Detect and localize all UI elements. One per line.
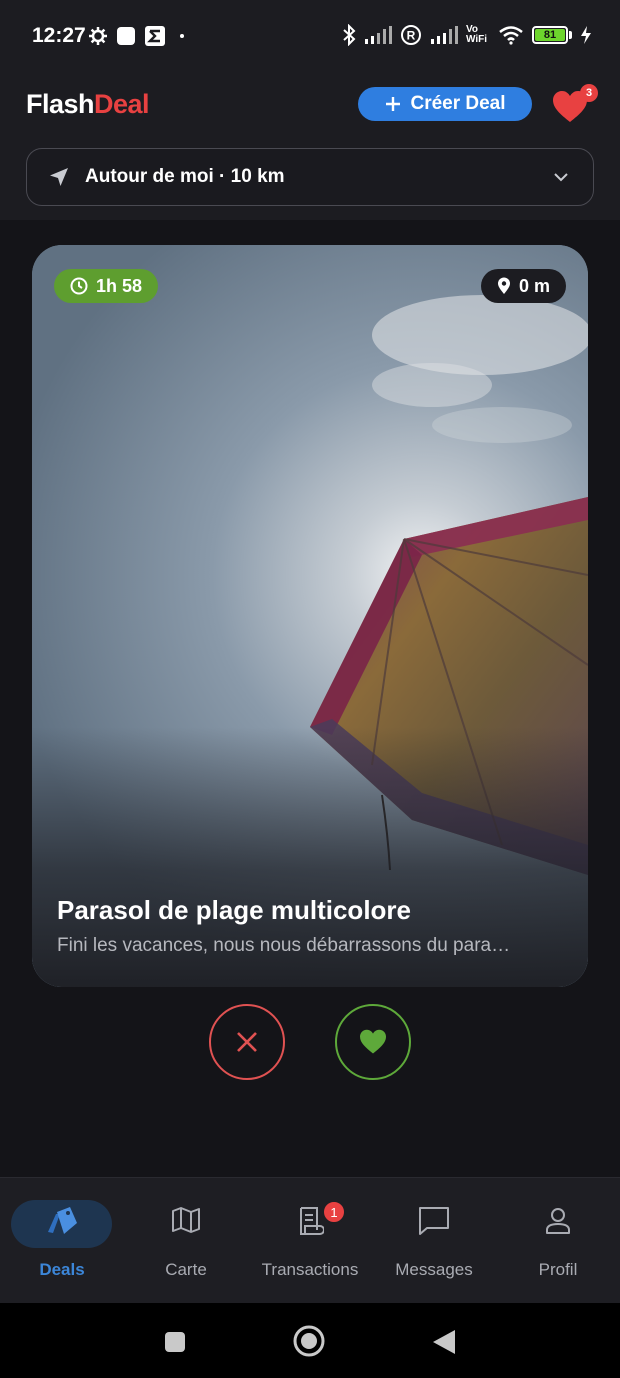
settings-icon [89,27,107,45]
navigation-arrow-icon [50,168,68,186]
plus-icon [386,97,401,111]
distance-value: 0 m [518,275,550,296]
map-icon [172,1207,200,1233]
status-bar: 12:27 R Vo WiFi 81 [0,0,620,72]
location-label: Autour de moi · 10 km [85,166,285,187]
close-icon [237,1032,257,1052]
time-remaining-badge: 1h 58 [54,269,159,303]
signal-icon-2 [431,26,458,44]
nav-item-transactions[interactable]: 1 Transactions [248,1178,372,1304]
bluetooth-icon [343,24,356,46]
system-navigation-bar [0,1303,620,1378]
status-notification-icons [88,26,184,46]
nav-item-messages[interactable]: Messages [372,1178,496,1304]
distance-badge: 0 m [480,269,566,303]
favorites-badge: 3 [580,84,598,102]
reject-button[interactable] [209,1004,285,1080]
receipt-icon [300,1207,324,1235]
nav-item-profil[interactable]: Profil [496,1178,620,1304]
home-button[interactable] [293,1325,325,1357]
nav-label-transactions: Transactions [261,1260,359,1279]
battery-level: 81 [535,29,565,41]
time-remaining: 1h 58 [96,275,143,296]
user-icon [546,1208,570,1234]
deal-card[interactable]: 1h 58 0 m Parasol de plage multicolore F… [32,245,588,987]
nav-label-carte: Carte [165,1260,207,1279]
signal-icon [365,26,392,44]
location-pin-icon [497,277,510,294]
wifi-icon [499,26,523,45]
favorites-button[interactable]: 3 [552,84,598,124]
chevron-down-icon [554,173,568,182]
svg-text:R: R [407,29,416,43]
create-deal-button[interactable]: Créer Deal [358,87,532,121]
tag-icon [48,1207,77,1234]
bottom-navigation: Deals Carte 1 Transactions Messages Prof… [0,1177,620,1303]
create-deal-label: Créer Deal [410,93,506,114]
clock-icon [70,277,88,295]
heart-icon [360,1029,386,1054]
status-time: 12:27 [32,24,86,47]
sigma-app-icon [145,26,165,46]
registered-icon: R [401,25,421,45]
location-selector[interactable]: Autour de moi · 10 km [26,148,594,206]
message-icon [419,1207,449,1235]
app-header: FlashDeal Créer Deal 3 Autour de moi · 1… [0,72,620,220]
deal-description: Fini les vacances, nous nous débarrasson… [57,935,511,956]
nav-item-carte[interactable]: Carte [124,1178,248,1304]
more-dot-icon [180,34,184,38]
nav-label-profil: Profil [538,1260,578,1279]
status-system-icons: R Vo WiFi 81 [342,24,592,46]
deal-title: Parasol de plage multicolore [57,895,411,925]
app-logo: FlashDeal [26,89,150,119]
vowifi-label: Vo WiFi [466,24,488,45]
charging-icon [581,26,591,44]
app-square-icon [117,27,135,45]
nav-label-deals: Deals [39,1260,85,1279]
back-button[interactable] [432,1329,456,1355]
nav-item-deals[interactable]: Deals [0,1178,124,1304]
like-button[interactable] [335,1004,411,1080]
recents-button[interactable] [164,1331,186,1353]
battery-indicator: 81 [532,26,572,44]
nav-label-messages: Messages [395,1260,473,1279]
transactions-badge: 1 [322,1200,346,1224]
